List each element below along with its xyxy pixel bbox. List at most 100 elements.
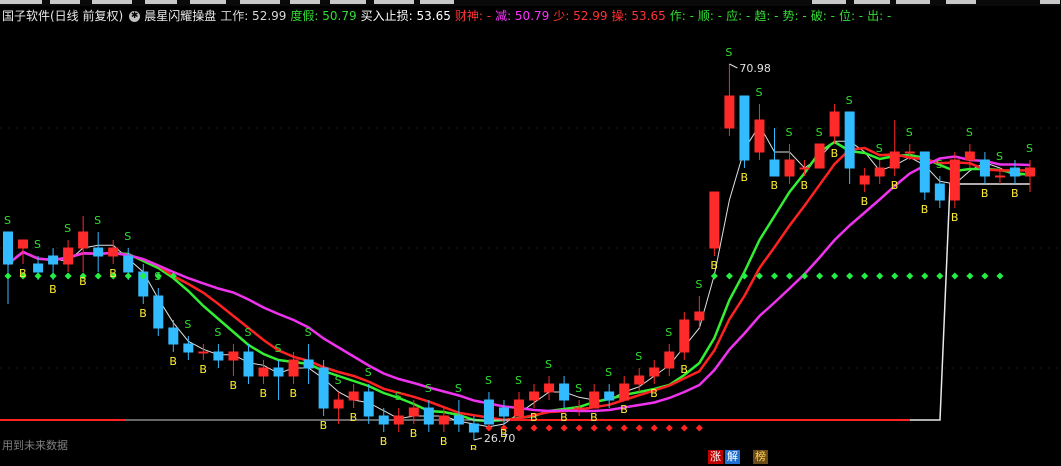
candle-body-40 bbox=[604, 391, 615, 401]
sell-signal-34: S bbox=[515, 374, 522, 387]
green-dot2-63 bbox=[951, 272, 959, 280]
sell-signal-38: S bbox=[575, 382, 582, 395]
red-dot-35 bbox=[530, 424, 538, 432]
sell-signal-20: S bbox=[305, 326, 312, 339]
candle-body-28 bbox=[423, 407, 434, 425]
candle-body-14 bbox=[213, 351, 224, 361]
candle-body-42 bbox=[634, 375, 645, 385]
ma-magenta-line bbox=[7, 155, 1031, 413]
candle-body-68 bbox=[1025, 167, 1035, 177]
future-data-note: 用到未来数据 bbox=[2, 439, 68, 452]
candle-body-29 bbox=[438, 415, 449, 425]
sell-signal-24: S bbox=[365, 366, 372, 379]
candle-body-24 bbox=[363, 391, 374, 417]
gear-icon[interactable]: ✱ bbox=[129, 11, 141, 22]
candle-body-32 bbox=[483, 399, 494, 425]
green-dot-2 bbox=[34, 272, 42, 280]
indicator-title[interactable]: 晨星闪耀操盘 bbox=[144, 9, 216, 23]
buy-signal-45: B bbox=[680, 363, 688, 376]
green-dot2-55 bbox=[831, 272, 839, 280]
candle-body-6 bbox=[93, 247, 104, 257]
candle-body-45 bbox=[679, 319, 690, 353]
candle-body-26 bbox=[393, 415, 404, 425]
red-dot-46 bbox=[695, 424, 703, 432]
candle-body-16 bbox=[243, 351, 254, 377]
candle-body-54 bbox=[814, 143, 825, 169]
sell-signal-48: S bbox=[725, 46, 732, 59]
candle-body-51 bbox=[769, 159, 780, 177]
green-dot2-51 bbox=[770, 272, 779, 280]
sell-signal-6: S bbox=[94, 214, 101, 227]
green-dot-6 bbox=[94, 272, 102, 280]
candle-body-33 bbox=[498, 407, 509, 417]
candle-body-17 bbox=[258, 367, 269, 377]
sell-signal-16: S bbox=[244, 326, 251, 339]
sell-signal-10: S bbox=[154, 270, 161, 283]
sell-signal-30: S bbox=[455, 382, 462, 395]
sell-signal-68: S bbox=[1026, 142, 1033, 155]
green-dot-3 bbox=[49, 272, 57, 280]
green-dot2-66 bbox=[996, 272, 1004, 280]
candle-body-4 bbox=[63, 247, 74, 265]
high-pointer bbox=[729, 63, 738, 69]
sell-signal-56: S bbox=[846, 94, 853, 107]
candle-body-34 bbox=[514, 399, 524, 417]
red-dot-40 bbox=[605, 424, 613, 432]
sell-signal-62: S bbox=[936, 158, 943, 171]
sell-signal-64: S bbox=[966, 126, 973, 139]
buy-signal-63: B bbox=[951, 211, 959, 224]
bottom-tag-0[interactable]: 涨 bbox=[708, 450, 723, 464]
candle-body-7 bbox=[108, 247, 119, 257]
sell-signal-8: S bbox=[124, 230, 131, 243]
sell-signal-22: S bbox=[335, 374, 342, 387]
buy-signal-61: B bbox=[921, 203, 929, 216]
red-dot-34 bbox=[515, 424, 523, 432]
candle-body-62 bbox=[934, 183, 945, 201]
candle-body-11 bbox=[168, 327, 179, 345]
buy-signal-23: B bbox=[350, 411, 358, 424]
sell-signal-52: S bbox=[786, 126, 793, 139]
buy-signal-41: B bbox=[620, 403, 628, 416]
red-dot-44 bbox=[665, 424, 673, 432]
sell-signal-66: S bbox=[996, 150, 1003, 163]
indicator-value-10: 趋: - bbox=[754, 9, 779, 23]
candle-body-35 bbox=[529, 391, 540, 401]
buy-signal-51: B bbox=[771, 179, 779, 192]
buy-signal-27: B bbox=[410, 427, 418, 440]
buy-signal-47: B bbox=[710, 259, 718, 272]
sell-signal-12: S bbox=[184, 318, 191, 331]
buy-signal-15: B bbox=[229, 379, 237, 392]
candle-body-52 bbox=[784, 159, 795, 177]
sell-signal-40: S bbox=[605, 366, 612, 379]
candlestick-chart[interactable]: S S S S S S S S S S S S S S S S S S S S S S S S S S S S S S S S S S S B B B B B… bbox=[0, 26, 1061, 450]
bottom-tag-2[interactable]: 榜 bbox=[753, 450, 768, 464]
sell-signal-26: S bbox=[395, 390, 402, 403]
green-dot2-57 bbox=[861, 272, 869, 280]
candle-body-30 bbox=[453, 415, 464, 425]
candle-body-18 bbox=[273, 367, 284, 377]
candle-body-38 bbox=[574, 407, 585, 410]
indicator-value-8: 顺: - bbox=[697, 9, 723, 23]
candle-body-31 bbox=[468, 423, 479, 433]
candle-body-41 bbox=[619, 383, 630, 401]
sell-signal-0: S bbox=[4, 214, 11, 227]
buy-signal-49: B bbox=[740, 171, 748, 184]
sell-signal-14: S bbox=[214, 326, 221, 339]
green-dot2-60 bbox=[906, 272, 914, 280]
green-dot-4 bbox=[64, 272, 72, 280]
green-dot-0 bbox=[4, 272, 12, 280]
buy-signal-55: B bbox=[831, 147, 839, 160]
sell-signal-44: S bbox=[665, 326, 672, 339]
candle-body-56 bbox=[844, 111, 855, 169]
bottom-tag-1[interactable]: 解 bbox=[725, 450, 740, 464]
candle-body-44 bbox=[664, 351, 675, 369]
candle-body-59 bbox=[889, 151, 900, 169]
candle-body-3 bbox=[48, 255, 59, 265]
candle-body-43 bbox=[649, 367, 660, 377]
candle-body-60 bbox=[904, 151, 915, 154]
candle-body-1 bbox=[18, 239, 29, 249]
candle-body-23 bbox=[348, 391, 359, 401]
indicator-value-4: 减: 50.79 bbox=[495, 9, 550, 23]
stock-title[interactable]: 国子软件(日线 前复权) bbox=[2, 9, 123, 23]
sell-signal-4: S bbox=[64, 222, 71, 235]
